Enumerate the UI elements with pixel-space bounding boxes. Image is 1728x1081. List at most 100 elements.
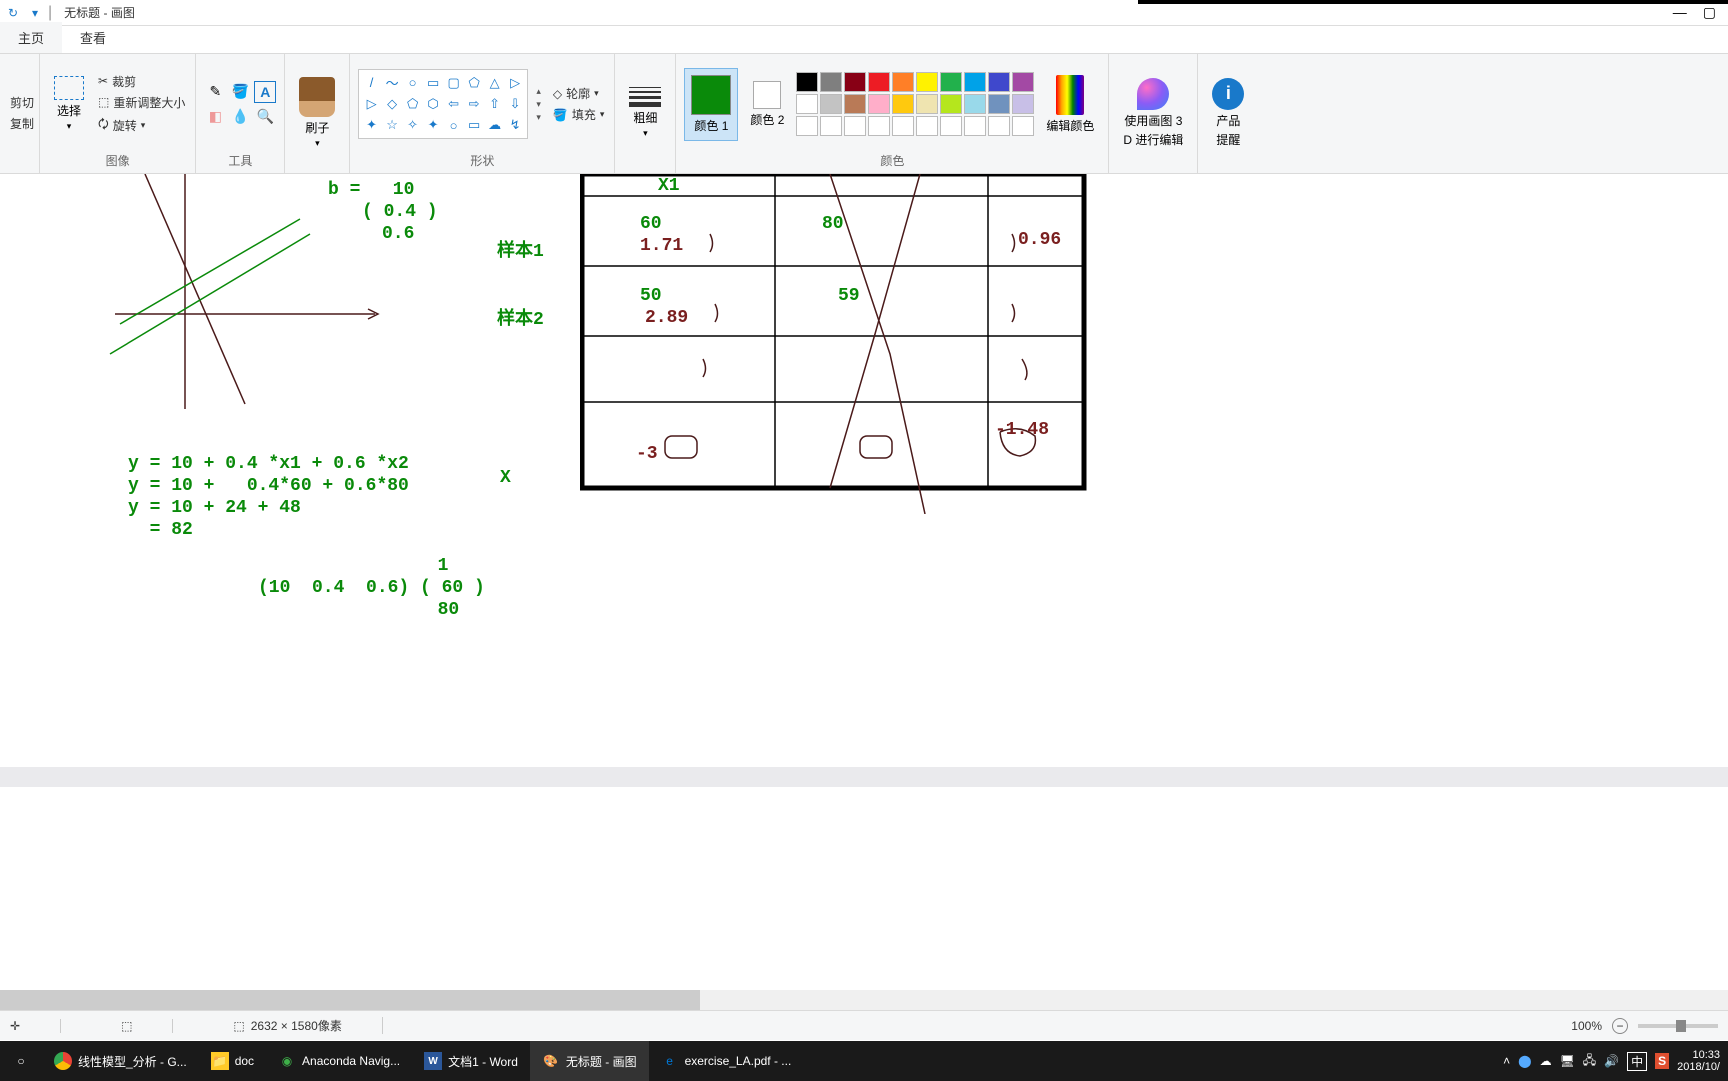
scrollbar-thumb[interactable] [0, 990, 700, 1010]
shapes-group-label: 形状 [358, 150, 606, 171]
window-title: 无标题 - 画图 [64, 4, 135, 21]
copy-button[interactable]: 复制 [8, 114, 36, 133]
group-tools: ✎ 🪣 A ◧ 💧 🔍 工具 [196, 54, 285, 173]
dark-strip [1138, 0, 1728, 4]
fill-tool[interactable]: 🪣 [229, 81, 251, 103]
tray-volume-icon[interactable]: 🔊 [1604, 1054, 1619, 1068]
shapes-scroll-down[interactable]: ▾ [536, 99, 541, 110]
table-r2c2: 59 [838, 286, 860, 306]
shapes-expand[interactable]: ▾ [536, 112, 541, 123]
canvas-margin [0, 767, 1728, 787]
group-shapes: /〜○▭▢⬠△▷ ▷◇⬠⬡⇦⇨⇧⇩ ✦☆✧✦○▭☁↯ ▴ ▾ ▾ ◇轮廓▾ 🪣填… [350, 54, 615, 173]
text-bvec2: 0.6 [382, 224, 414, 244]
cut-button[interactable]: 剪切 [8, 93, 36, 112]
edit-colors-button[interactable]: 编辑颜色 [1040, 71, 1100, 138]
color2-swatch [753, 81, 781, 109]
tab-home[interactable]: 主页 [0, 22, 62, 53]
table-r4c1: -3 [636, 444, 658, 464]
table-r2c1: 50 [640, 286, 662, 306]
text-mat2: (10 0.4 0.6) ( 60 ) [258, 578, 485, 598]
info-icon: i [1212, 78, 1244, 110]
brush-button[interactable]: 刷子▾ [293, 73, 341, 153]
taskbar-chrome[interactable]: 线性模型_分析 - G... [42, 1041, 199, 1081]
table-r1c3: 0.96 [1018, 230, 1061, 250]
brush-icon [299, 77, 335, 117]
group-colors: 颜色 1 颜色 2 编辑颜色 颜色 [676, 54, 1109, 173]
color1-button[interactable]: 颜色 1 [684, 68, 738, 141]
text-b: b = 10 [328, 180, 414, 200]
resize-button[interactable]: ⬚重新调整大小 [96, 93, 187, 112]
picker-tool[interactable]: 💧 [229, 106, 251, 128]
status-selection: ⬚ [121, 1019, 173, 1033]
taskbar-word[interactable]: W文档1 - Word [412, 1041, 530, 1081]
zoom-control: 100% − [1571, 1018, 1718, 1034]
zoom-tool[interactable]: 🔍 [254, 106, 276, 128]
tips-button[interactable]: i 产品 提醒 [1206, 74, 1250, 152]
zoom-out-button[interactable]: − [1612, 1018, 1628, 1034]
horizontal-scrollbar[interactable] [0, 990, 1728, 1010]
table-header-x1: X1 [658, 176, 680, 196]
canvas[interactable]: b = 10 ( 0.4 ) 0.6 样本1 样本2 X y = 10 + 0.… [0, 174, 1728, 1030]
group-tips: i 产品 提醒 [1198, 54, 1258, 173]
minimize-button[interactable]: — [1673, 4, 1687, 21]
text-mat1: 1 [308, 556, 448, 576]
canvas-area[interactable]: b = 10 ( 0.4 ) 0.6 样本1 样本2 X y = 10 + 0.… [0, 174, 1728, 1030]
text-X: X [500, 468, 511, 488]
taskbar-paint[interactable]: 🎨无标题 - 画图 [530, 1041, 649, 1081]
taskbar: ○ 线性模型_分析 - G... 📁doc ◉Anaconda Navig...… [0, 1041, 1728, 1081]
text-sample2: 样本2 [497, 304, 544, 330]
status-dimensions: ⬚2632 × 1580像素 [233, 1017, 382, 1034]
rainbow-icon [1056, 75, 1084, 115]
text-eq2: y = 10 + 0.4*60 + 0.6*80 [128, 476, 409, 496]
tab-view[interactable]: 查看 [62, 22, 124, 53]
tray-icon[interactable]: ☁ [1540, 1054, 1552, 1068]
tray-chevron-icon[interactable]: ˄ [1503, 1054, 1510, 1068]
zoom-slider[interactable] [1638, 1024, 1718, 1028]
text-mat3: 80 [308, 600, 459, 620]
taskbar-explorer[interactable]: 📁doc [199, 1041, 266, 1081]
color1-swatch [691, 75, 731, 115]
quick-access-toolbar: ↻ ▾ [4, 4, 44, 22]
tray-network-icon[interactable]: 🖧 [1583, 1051, 1596, 1072]
image-group-label: 图像 [48, 150, 187, 171]
system-tray: ˄ ⬤ ☁ 🖥 🖧 🔊 中 S 10:33 2018/10/ [1503, 1049, 1728, 1073]
taskbar-anaconda[interactable]: ◉Anaconda Navig... [266, 1041, 412, 1081]
sketch-axes [100, 174, 390, 424]
tray-ime[interactable]: 中 [1627, 1052, 1647, 1071]
qat-dropdown[interactable]: ▾ [26, 4, 44, 22]
stroke-icon [629, 87, 661, 107]
tray-clock[interactable]: 10:33 2018/10/ [1677, 1049, 1720, 1073]
maximize-button[interactable]: ▢ [1703, 4, 1716, 21]
text-eq3: y = 10 + 24 + 48 [128, 498, 301, 518]
taskbar-cortana[interactable]: ○ [0, 1041, 42, 1081]
table-r1c1: 60 [640, 214, 662, 234]
shapes-gallery[interactable]: /〜○▭▢⬠△▷ ▷◇⬠⬡⇦⇨⇧⇩ ✦☆✧✦○▭☁↯ [358, 69, 528, 139]
statusbar: ✛ ⬚ ⬚2632 × 1580像素 100% − [0, 1010, 1728, 1040]
crop-button[interactable]: ✂裁剪 [96, 72, 187, 91]
table-r2v: 2.89 [645, 308, 688, 328]
ribbon: 剪切 复制 选择▾ ✂裁剪 ⬚重新调整大小 🗘旋转▾ 图像 ✎ 🪣 A ◧ [0, 54, 1728, 174]
outline-button[interactable]: ◇轮廓▾ [551, 84, 607, 103]
select-button[interactable]: 选择▾ [48, 72, 90, 136]
table-r1v: 1.71 [640, 236, 683, 256]
text-eq4: = 82 [128, 520, 193, 540]
eraser-tool[interactable]: ◧ [204, 106, 226, 128]
tray-icon[interactable]: ⬤ [1518, 1054, 1531, 1068]
stroke-button[interactable]: 粗细▾ [623, 83, 667, 143]
tray-icon[interactable]: 🖥 [1560, 1054, 1575, 1068]
pencil-tool[interactable]: ✎ [204, 81, 226, 103]
taskbar-edge[interactable]: eexercise_LA.pdf - ... [649, 1041, 804, 1081]
colors-group-label: 颜色 [684, 150, 1100, 171]
shapes-scroll-up[interactable]: ▴ [536, 86, 541, 97]
text-sample1: 样本1 [497, 236, 544, 262]
rotate-button[interactable]: 🗘旋转▾ [96, 114, 187, 137]
tray-icon[interactable]: S [1655, 1053, 1669, 1069]
redo-icon[interactable]: ↻ [4, 4, 22, 22]
paint3d-button[interactable]: 使用画图 3 D 进行编辑 [1117, 74, 1189, 152]
fill-option-button[interactable]: 🪣填充▾ [551, 105, 607, 124]
color-palette[interactable] [796, 72, 1034, 136]
color2-button[interactable]: 颜色 2 [744, 77, 790, 132]
text-tool[interactable]: A [254, 81, 276, 103]
status-cursor: ✛ [10, 1019, 61, 1033]
group-brush: 刷子▾ [285, 54, 350, 173]
